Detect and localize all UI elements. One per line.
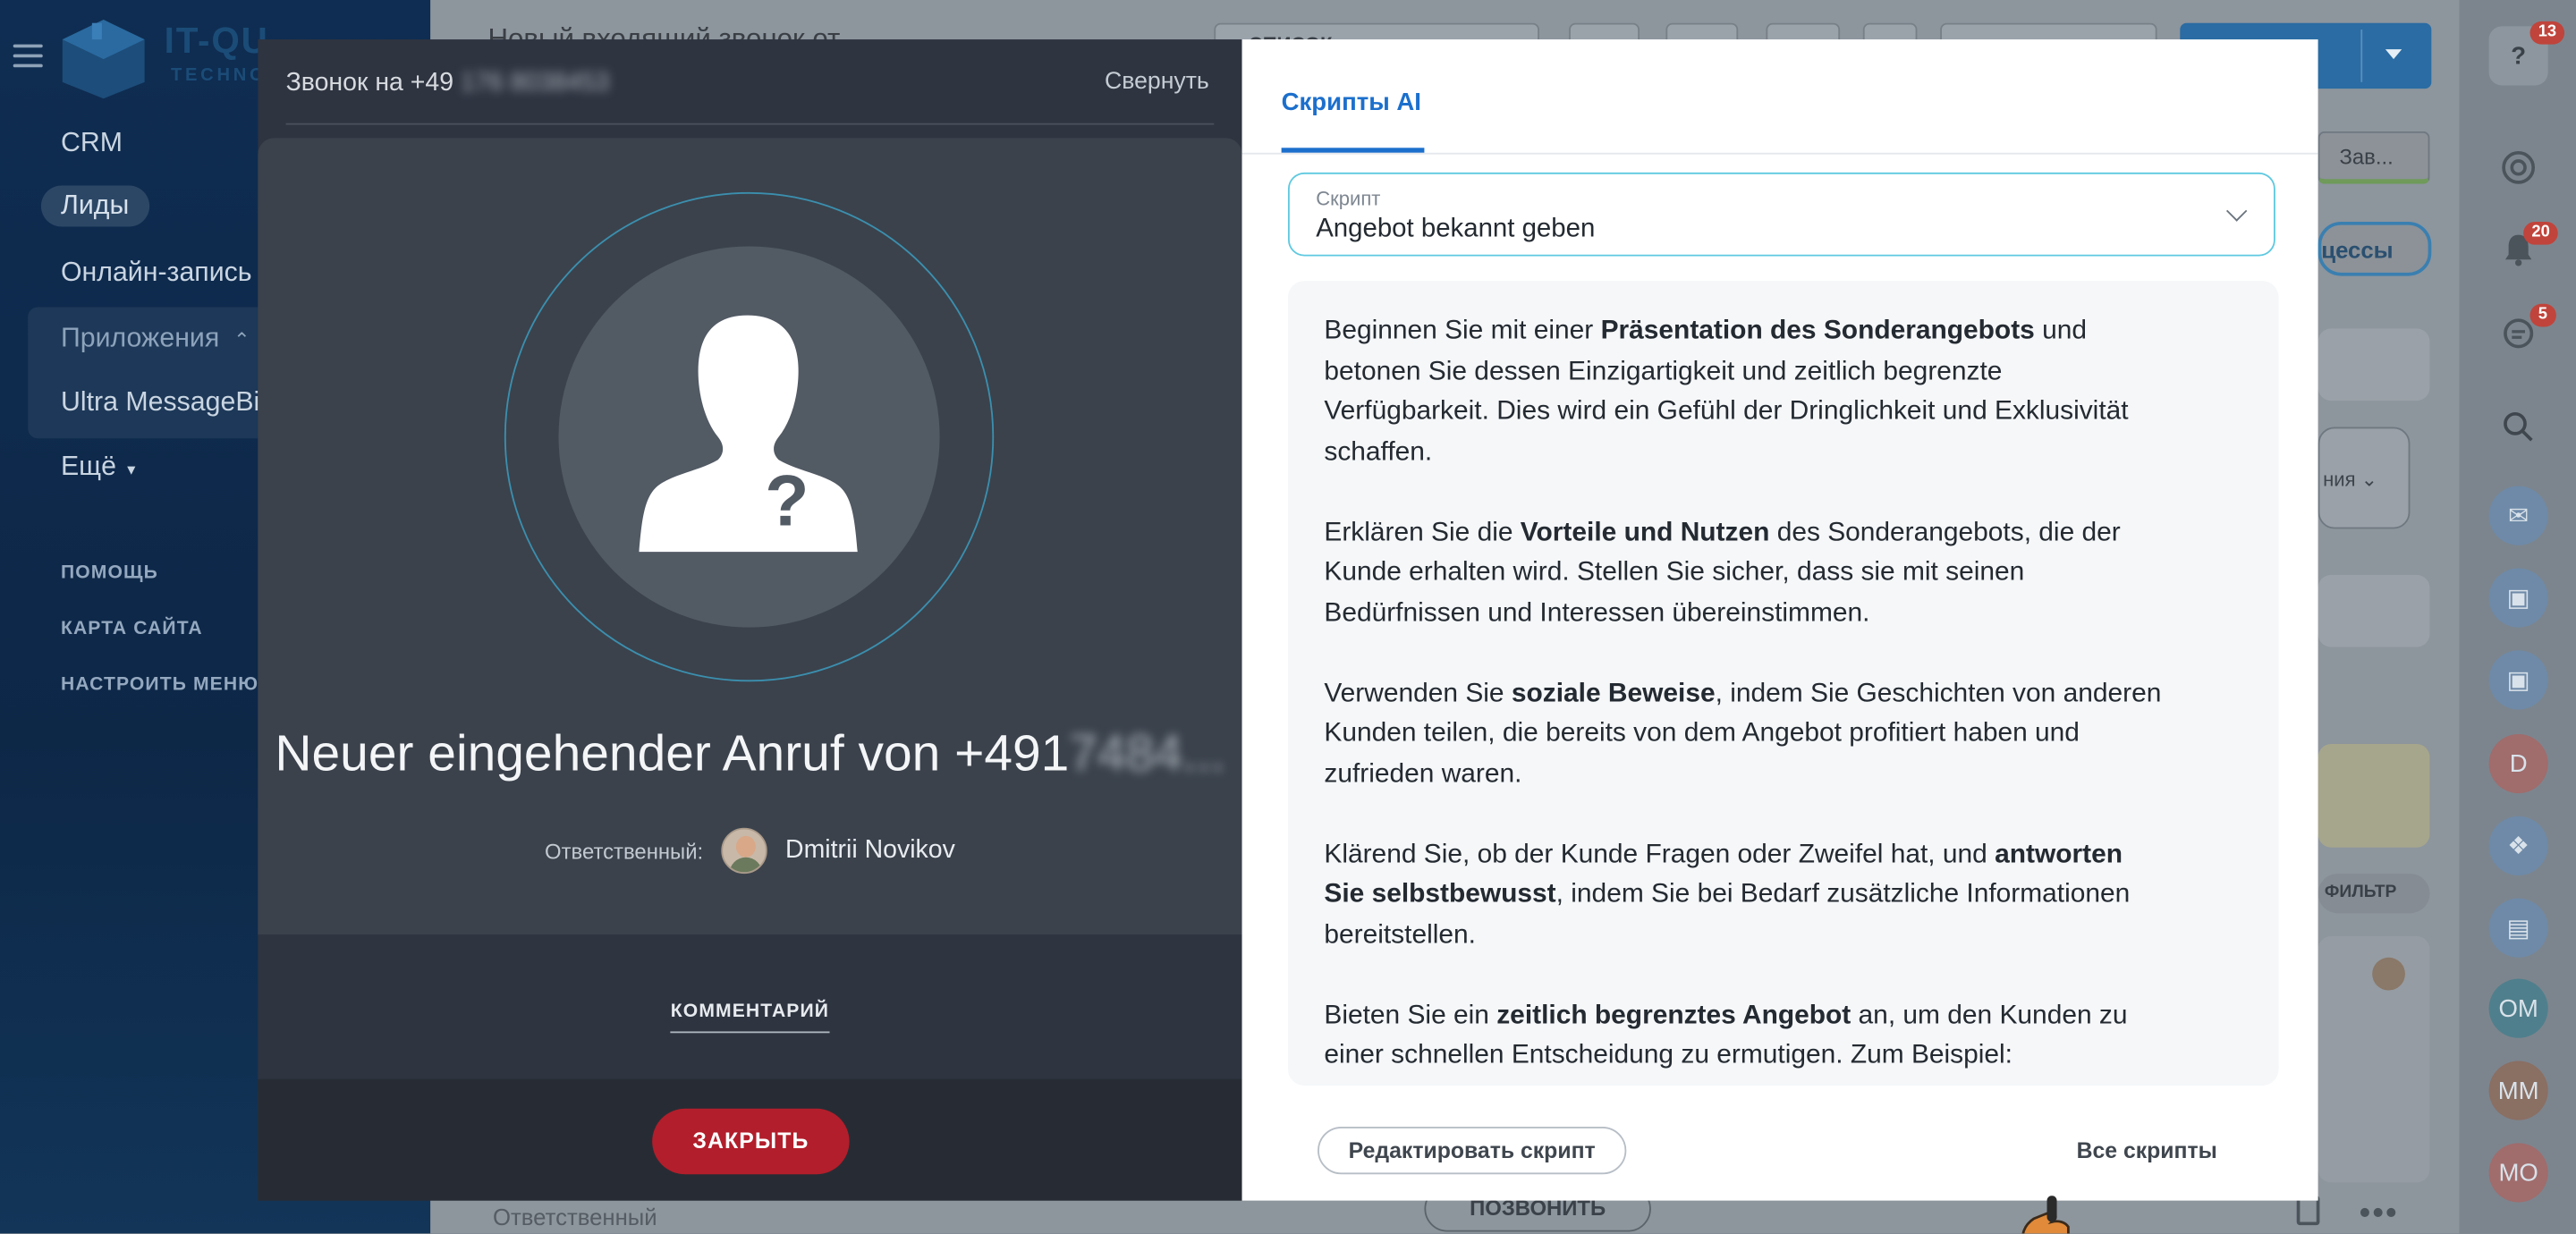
script-paragraph: Erklären Sie die Vorteile und Nutzen des… xyxy=(1324,511,2162,632)
edit-script-button[interactable]: Редактировать скрипт xyxy=(1318,1126,1627,1175)
bookmark-button[interactable]: ❖ xyxy=(2488,816,2548,875)
background-card xyxy=(2318,574,2430,647)
target-icon xyxy=(2502,150,2536,184)
call-body: ? Neuer eingehender Anruf von +4917484..… xyxy=(258,138,1242,935)
contact-card-icon: ▣ xyxy=(2506,584,2530,613)
background-processes-button[interactable]: цессы xyxy=(2318,221,2432,276)
close-call-button[interactable]: ЗАКРЫТЬ xyxy=(652,1108,850,1175)
script-paragraph: Beginnen Sie mit einer Präsentation des … xyxy=(1324,310,2162,471)
call-header: Звонок на +49 176 8038453 xyxy=(286,69,610,98)
logo-text: IT-QU xyxy=(164,20,269,61)
background-card xyxy=(2318,328,2430,401)
background-filter-chip[interactable]: ФИЛЬТР xyxy=(2318,874,2430,914)
tab-comment[interactable]: КОММЕНТАРИЙ xyxy=(258,995,1241,1034)
messages-button[interactable]: ▤ xyxy=(2488,898,2548,958)
script-highlight: Vorteile und Nutzen xyxy=(1520,516,1770,546)
responsible-name[interactable]: Dmitrii Novikov xyxy=(785,836,955,866)
call-header-number-hidden: 176 8038453 xyxy=(461,69,610,97)
sidebar-item-leads[interactable]: Лиды xyxy=(40,185,149,227)
svg-text:?: ? xyxy=(765,461,809,542)
search-button[interactable] xyxy=(2489,397,2548,456)
incoming-call-panel: Звонок на +49 176 8038453 Свернуть ? Neu… xyxy=(258,39,1242,1201)
sidebar-item-apps-label: Приложения xyxy=(60,323,220,353)
background-dropdown-text: ния xyxy=(2323,468,2356,492)
search-icon xyxy=(2504,412,2533,442)
contact-card-button[interactable]: ▣ xyxy=(2488,568,2548,628)
avatar-om[interactable]: OM xyxy=(2488,978,2548,1038)
hand-cursor-icon xyxy=(2021,1196,2070,1234)
caller-title-text: Neuer eingehender Anruf von +491 xyxy=(275,723,1070,782)
avatar-mm[interactable]: MM xyxy=(2488,1061,2548,1120)
collapse-button[interactable]: Свернуть xyxy=(1105,69,1209,95)
sidebar-item-apps[interactable]: Приложения ⌃ xyxy=(61,324,250,355)
responsible-label: Ответственный: xyxy=(545,838,704,864)
tabs-divider xyxy=(1241,152,2318,155)
script-select-label: Скрипт xyxy=(1316,187,1381,211)
tab-ai-scripts[interactable]: Скрипты AI xyxy=(1282,89,1421,116)
script-text-segment: Klärend Sie, ob der Kunde Fragen oder Zw… xyxy=(1324,838,1996,868)
help-badge: 13 xyxy=(2529,21,2565,45)
script-content: Beginnen Sie mit einer Präsentation des … xyxy=(1287,281,2279,1086)
script-paragraph: Klärend Sie, ob der Kunde Fragen oder Zw… xyxy=(1324,833,2162,954)
background-primary-divider xyxy=(2360,30,2363,82)
script-text: Beginnen Sie mit einer Präsentation des … xyxy=(1324,310,2162,1086)
responsible-avatar[interactable] xyxy=(721,827,767,875)
chevron-down-icon: ▾ xyxy=(127,461,136,480)
mail-icon: ✉ xyxy=(2508,503,2529,531)
sidebar-link-configure-menu[interactable]: НАСТРОИТЬ МЕНЮ xyxy=(61,675,258,695)
question-icon: ? xyxy=(2511,41,2527,71)
background-user-avatar xyxy=(2372,957,2405,991)
script-text-segment: Bieten Sie ein xyxy=(1324,999,1497,1029)
message-icon: ▤ xyxy=(2506,915,2530,943)
responsible-row: Ответственный: Dmitrii Novikov xyxy=(258,827,1241,875)
avatar-d[interactable]: D xyxy=(2488,734,2548,794)
logo-subtext: TECHNO xyxy=(171,65,267,86)
notifications-badge: 20 xyxy=(2523,221,2558,245)
menu-icon[interactable] xyxy=(13,44,43,68)
script-highlight: Präsentation des Sonderangebots xyxy=(1600,315,2035,345)
ai-scripts-panel: Скрипты AI Скрипт Angebot bekannt geben … xyxy=(1241,39,2318,1201)
chevron-down-icon: ⌄ xyxy=(2360,468,2378,492)
script-paragraph: Verwenden Sie soziale Beweise, indem Sie… xyxy=(1324,672,2162,793)
caller-avatar: ? xyxy=(558,246,940,628)
mail-button[interactable]: ✉ xyxy=(2488,486,2548,545)
caller-title: Neuer eingehender Anruf von +4917484... xyxy=(258,724,1241,783)
background-responsible-label: Ответственный xyxy=(493,1204,657,1230)
avatar-mo[interactable]: MO xyxy=(2488,1143,2548,1203)
contact-card-icon: ▣ xyxy=(2506,666,2530,695)
call-header-label: Звонок на +49 xyxy=(285,69,462,97)
sidebar-item-online-booking[interactable]: Онлайн-запись xyxy=(61,258,252,289)
logo-icon xyxy=(62,20,145,99)
chevron-up-icon: ⌃ xyxy=(233,328,250,352)
script-text-segment: Beginnen Sie mit einer xyxy=(1324,315,1601,345)
background-dropdown[interactable]: ния ⌄ xyxy=(2318,427,2411,529)
sidebar-item-ultra-messagebird[interactable]: Ultra MessageBi xyxy=(61,387,259,418)
script-select[interactable]: Скрипт Angebot bekannt geben xyxy=(1287,172,2275,257)
script-highlight: soziale Beweise xyxy=(1511,677,1716,707)
sidebar-item-more-label: Ещё xyxy=(60,452,116,482)
target-button[interactable] xyxy=(2489,138,2548,197)
tab-comment-label: КОММЕНТАРИЙ xyxy=(670,1002,830,1034)
script-paragraph: Bieten Sie ein zeitlich begrenztes Angeb… xyxy=(1324,994,2162,1075)
sidebar-item-more[interactable]: Ещё ▾ xyxy=(61,452,135,483)
all-scripts-link[interactable]: Все скрипты xyxy=(2077,1138,2217,1163)
script-text-segment: Verwenden Sie xyxy=(1324,677,1512,707)
more-icon[interactable]: ••• xyxy=(2360,1196,2399,1233)
caller-number-hidden: 7484... xyxy=(1069,723,1225,782)
sidebar-item-crm[interactable]: CRM xyxy=(61,128,123,159)
sidebar-link-help[interactable]: ПОМОЩЬ xyxy=(61,563,158,583)
bookmark-icon: ❖ xyxy=(2507,833,2530,861)
chat-badge: 5 xyxy=(2529,303,2556,327)
chevron-down-icon xyxy=(2225,200,2248,222)
unknown-person-icon: ? xyxy=(639,315,858,553)
background-stage-chip[interactable]: Зав... xyxy=(2318,131,2430,184)
script-select-value: Angebot bekannt geben xyxy=(1316,215,1596,243)
caret-down-icon[interactable] xyxy=(2385,49,2402,60)
script-text-segment: Erklären Sie die xyxy=(1324,516,1521,546)
sidebar-link-sitemap[interactable]: КАРТА САЙТА xyxy=(61,619,203,638)
contact-card-button[interactable]: ▣ xyxy=(2488,650,2548,710)
script-highlight: zeitlich begrenztes Angebot xyxy=(1496,999,1852,1029)
header-divider xyxy=(285,123,1215,125)
background-note-card xyxy=(2318,744,2430,848)
